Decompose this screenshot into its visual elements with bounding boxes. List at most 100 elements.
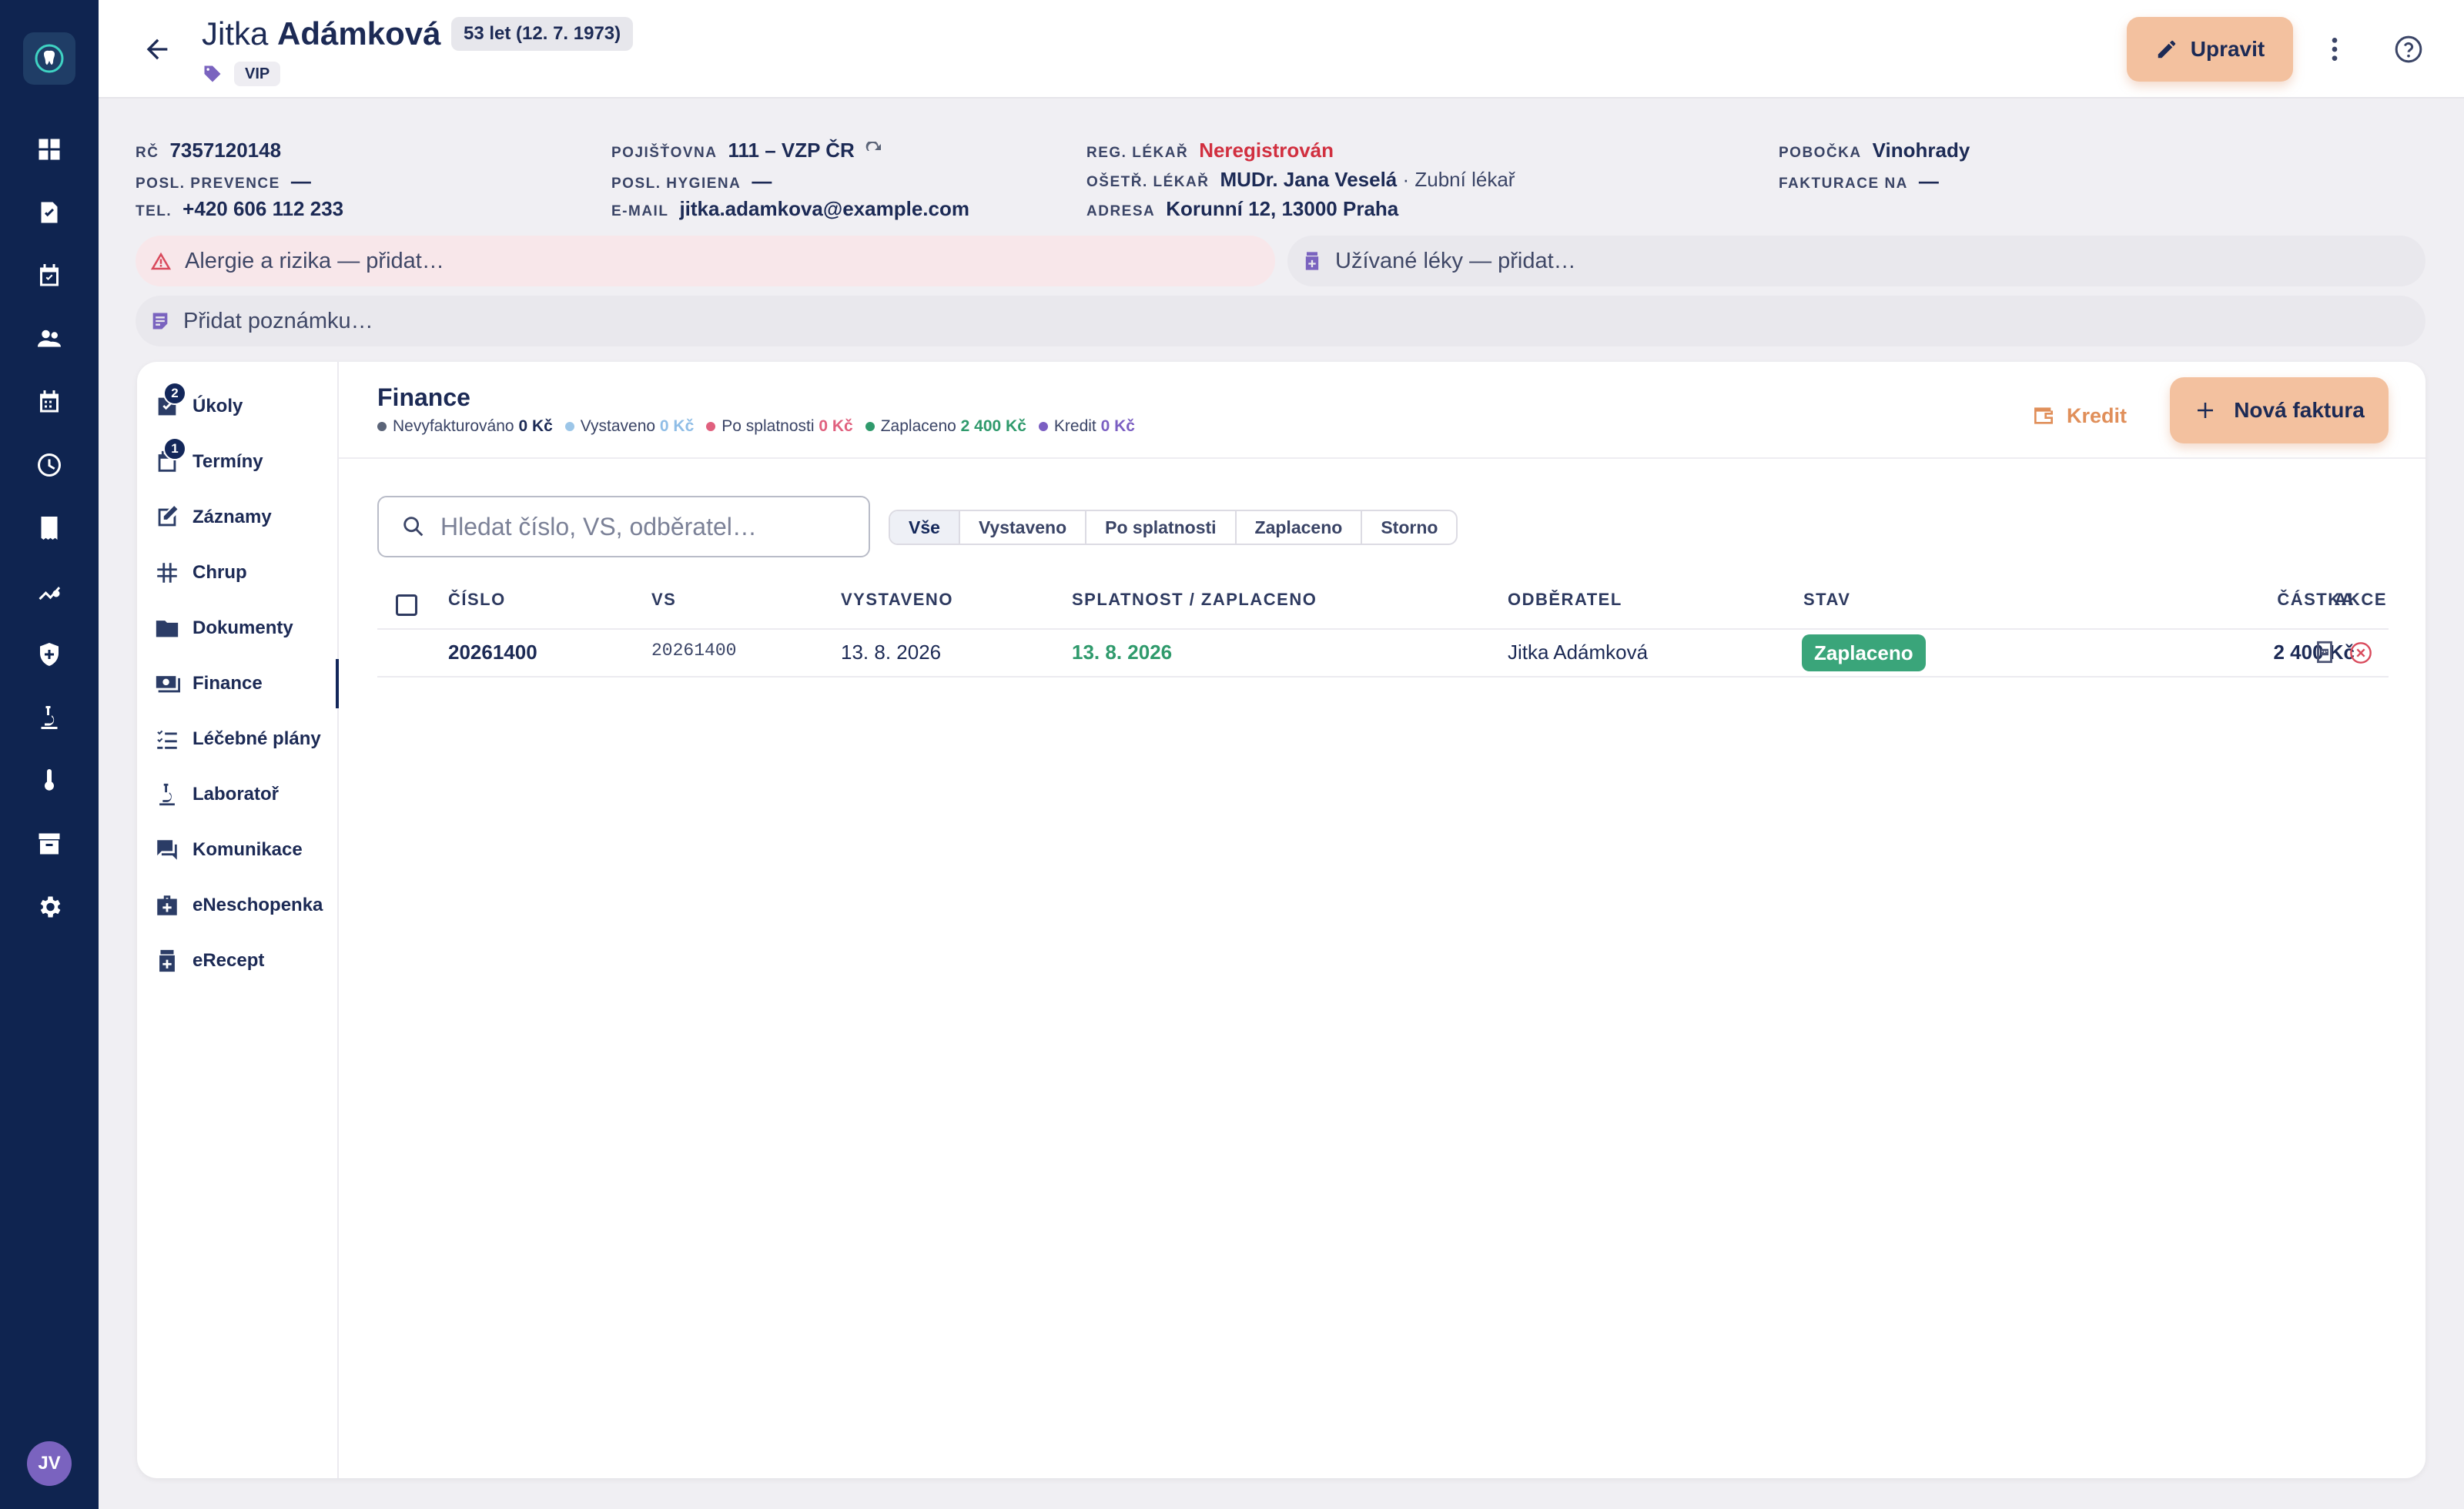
checklist-icon xyxy=(157,730,177,749)
summary-vystaveno: Vystaveno 0 Kč xyxy=(564,417,694,436)
info-adresa: ADRESA Korunní 12, 13000 Praha xyxy=(1086,197,1399,220)
filter-storno[interactable]: Storno xyxy=(1362,511,1456,544)
refresh-icon[interactable] xyxy=(865,140,883,160)
more-menu-icon[interactable] xyxy=(2316,31,2353,68)
nav-lecebne-plany[interactable]: Léčebné plány xyxy=(154,714,339,764)
age-badge: 53 let (12. 7. 1973) xyxy=(451,17,634,51)
prescription-icon xyxy=(159,949,175,972)
app-rail: JV xyxy=(0,0,99,1509)
nav-dokumenty-label: Dokumenty xyxy=(192,617,293,638)
microscope-icon[interactable] xyxy=(26,694,72,741)
edit-button[interactable]: Upravit xyxy=(2127,17,2293,82)
patient-header: Jitka Adámková 53 let (12. 7. 1973) VIP … xyxy=(99,0,2464,99)
nav-dokumenty[interactable]: Dokumenty xyxy=(154,604,339,653)
nav-eneschopenka[interactable]: eNeschopenka xyxy=(154,881,339,930)
info-pojistovna: POJIŠŤOVNA 111 – VZP ČR xyxy=(611,139,883,162)
settings-gear-icon[interactable] xyxy=(26,884,72,930)
medical-bag-icon xyxy=(157,895,177,915)
summary-po-splatnosti: Po splatnosti 0 Kč xyxy=(706,417,853,436)
col-akce: AKCE xyxy=(2334,590,2387,609)
row-splatnost: 13. 8. 2026 xyxy=(1072,641,1173,664)
nav-laborator[interactable]: Laboratoř xyxy=(154,770,339,819)
table-header-divider xyxy=(377,628,2389,630)
filter-po-splatnosti[interactable]: Po splatnosti xyxy=(1086,511,1237,544)
chat-icon xyxy=(157,840,177,860)
plus-icon xyxy=(2198,403,2214,418)
money-icon xyxy=(156,676,180,693)
summary-kredit: Kredit 0 Kč xyxy=(1038,417,1135,436)
edit-button-label: Upravit xyxy=(2190,37,2265,61)
summary-nevyfakturovano: Nevyfakturováno 0 Kč xyxy=(377,417,553,436)
allergies-field[interactable]: Alergie a rizika — přidat… xyxy=(136,236,1275,286)
nav-erecept-label: eRecept xyxy=(192,950,265,971)
new-invoice-button[interactable]: Nová faktura xyxy=(2170,377,2389,443)
nav-chrup[interactable]: Chrup xyxy=(154,548,339,597)
kredit-label: Kredit xyxy=(2067,403,2128,427)
shield-icon[interactable] xyxy=(26,631,72,678)
patients-icon[interactable] xyxy=(26,316,72,362)
nav-erecept[interactable]: eRecept xyxy=(154,936,339,985)
schedule-icon[interactable] xyxy=(26,379,72,425)
invoice-icon[interactable] xyxy=(26,505,72,551)
col-splatnost[interactable]: SPLATNOST / ZAPLACENO xyxy=(1072,590,1317,610)
col-odberatel[interactable]: ODBĚRATEL xyxy=(1508,590,1622,610)
cancel-invoice-icon[interactable] xyxy=(2348,641,2373,665)
row-vystaveno: 13. 8. 2026 xyxy=(841,641,942,664)
nav-finance[interactable]: Finance xyxy=(154,659,339,708)
back-arrow-icon[interactable] xyxy=(136,28,179,71)
nav-terminy[interactable]: 1 Termíny xyxy=(154,437,339,487)
finance-summary: Nevyfakturováno 0 Kč Vystaveno 0 Kč Po s… xyxy=(377,417,1135,436)
invoice-search[interactable] xyxy=(377,496,870,557)
note-field[interactable]: Přidat poznámku… xyxy=(136,296,2426,346)
wallet-icon xyxy=(2034,407,2053,424)
table-row-divider xyxy=(377,676,2389,678)
nav-ukoly[interactable]: 2 Úkoly xyxy=(154,382,339,431)
patient-first-name: Jitka xyxy=(202,15,269,52)
info-prevence: POSL. PREVENCE — xyxy=(136,169,311,192)
col-stav[interactable]: STAV xyxy=(1803,590,1850,610)
note-icon xyxy=(152,313,168,330)
help-icon[interactable] xyxy=(2390,31,2427,68)
info-email: E-MAIL jitka.adamkova@example.com xyxy=(611,197,969,220)
tasks-icon[interactable] xyxy=(26,189,72,236)
warning-icon xyxy=(150,252,172,270)
dashboard-icon[interactable] xyxy=(26,126,72,172)
info-rc: RČ 7357120148 xyxy=(136,139,282,162)
col-vystaveno[interactable]: VYSTAVENO xyxy=(841,590,953,610)
patient-last-name: Adámková xyxy=(277,15,441,52)
clock-icon[interactable] xyxy=(26,442,72,488)
section-nav: 2 Úkoly 1 Termíny Záznamy Chrup Dokument… xyxy=(137,362,339,1478)
vip-tag[interactable]: VIP xyxy=(234,62,281,86)
info-reg-lekar: REG. LÉKAŘ Neregistrován xyxy=(1086,139,1334,162)
kredit-button[interactable]: Kredit xyxy=(2031,393,2127,439)
search-icon xyxy=(403,517,424,537)
tag-icon xyxy=(204,65,221,82)
header-divider xyxy=(339,457,2426,459)
nav-komunikace-label: Komunikace xyxy=(192,839,303,860)
tooth-logo-icon[interactable] xyxy=(23,32,75,85)
nav-zaznamy-label: Záznamy xyxy=(192,507,272,527)
allergies-placeholder: Alergie a rizika — přidat… xyxy=(185,248,444,273)
col-cislo[interactable]: ČÍSLO xyxy=(448,590,506,610)
status-filter: Vše Vystaveno Po splatnosti Zaplaceno St… xyxy=(889,510,1458,545)
thermometer-icon[interactable] xyxy=(26,758,72,804)
pdf-icon[interactable] xyxy=(2312,639,2338,665)
ukoly-count-badge: 2 xyxy=(163,382,186,405)
pencil-icon xyxy=(2158,40,2175,59)
filter-vystaveno[interactable]: Vystaveno xyxy=(960,511,1087,544)
select-all-checkbox[interactable] xyxy=(396,594,417,616)
grid-icon xyxy=(157,563,177,583)
search-input[interactable] xyxy=(440,512,841,541)
user-avatar[interactable]: JV xyxy=(27,1441,72,1486)
archive-icon[interactable] xyxy=(26,821,72,867)
calendar-check-icon[interactable] xyxy=(26,253,72,299)
col-vs[interactable]: VS xyxy=(651,590,676,610)
medications-field[interactable]: Užívané léky — přidat… xyxy=(1287,236,2426,286)
status-badge: Zaplaceno xyxy=(1802,634,1926,671)
nav-komunikace[interactable]: Komunikace xyxy=(154,825,339,875)
filter-zaplaceno[interactable]: Zaplaceno xyxy=(1237,511,1363,544)
row-cislo[interactable]: 20261400 xyxy=(448,641,537,664)
analytics-icon[interactable] xyxy=(26,568,72,614)
filter-vse[interactable]: Vše xyxy=(890,511,960,544)
nav-zaznamy[interactable]: Záznamy xyxy=(154,493,339,542)
